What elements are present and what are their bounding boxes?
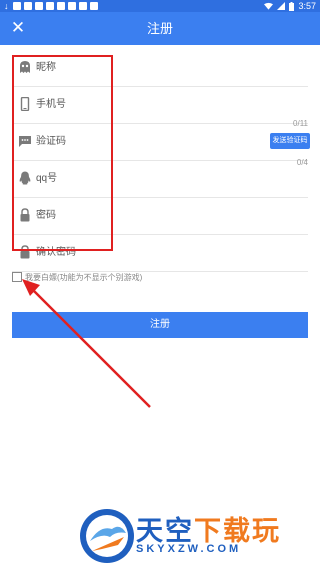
- download-icon: ↓: [4, 1, 9, 11]
- agreement-row[interactable]: 我要白嫖(功能为不显示个别游戏): [12, 270, 142, 284]
- status-bar: ↓ 3:57: [0, 0, 320, 12]
- nickname-field[interactable]: 昵称: [12, 49, 308, 87]
- app-bar: ✕ 注册: [0, 12, 320, 45]
- register-button[interactable]: 注册: [12, 312, 308, 338]
- password-placeholder: 密码: [36, 210, 56, 221]
- agreement-label: 我要白嫖(功能为不显示个别游戏): [25, 272, 143, 282]
- lock-icon: [20, 208, 30, 222]
- status-time: 3:57: [298, 1, 316, 11]
- watermark-title-a: 天空: [136, 516, 194, 546]
- agreement-checkbox[interactable]: [12, 272, 22, 282]
- notification-icon: [67, 2, 76, 10]
- notification-icon: [56, 2, 65, 10]
- notification-icon: [12, 2, 21, 10]
- message-icon: [19, 136, 31, 147]
- watermark-url: SKYXZW.COM: [136, 543, 242, 555]
- send-code-button[interactable]: 发送验证码: [270, 133, 310, 149]
- watermark: 天空下载玩 SKYXZW.COM: [78, 507, 318, 567]
- qq-placeholder: qq号: [36, 173, 58, 184]
- signal-icon: [277, 2, 286, 10]
- phone-icon: [20, 97, 30, 111]
- notification-icon: [23, 2, 32, 10]
- battery-icon: [289, 1, 295, 11]
- password-field[interactable]: 密码: [12, 197, 308, 235]
- notification-icon: [78, 2, 87, 10]
- sky-logo-icon: [80, 509, 134, 563]
- qq-icon: [19, 171, 31, 185]
- nickname-placeholder: 昵称: [36, 62, 56, 73]
- code-placeholder: 验证码: [36, 136, 66, 147]
- phone-field[interactable]: 手机号: [12, 86, 308, 124]
- wifi-icon: [264, 2, 274, 10]
- qq-field[interactable]: qq号: [12, 160, 308, 198]
- phone-placeholder: 手机号: [36, 99, 66, 110]
- watermark-title-b: 下载玩: [194, 516, 281, 546]
- ghost-icon: [20, 61, 30, 73]
- code-field[interactable]: 验证码: [12, 123, 308, 161]
- status-left: ↓: [4, 1, 98, 11]
- lock-icon: [20, 245, 30, 259]
- notification-icon: [45, 2, 54, 10]
- confirm-password-placeholder: 确认密码: [36, 247, 76, 258]
- confirm-password-field[interactable]: 确认密码: [12, 234, 308, 272]
- notification-icon: [34, 2, 43, 10]
- status-right: 3:57: [264, 0, 316, 12]
- notification-icon: [89, 2, 98, 10]
- page-title: 注册: [146, 21, 173, 36]
